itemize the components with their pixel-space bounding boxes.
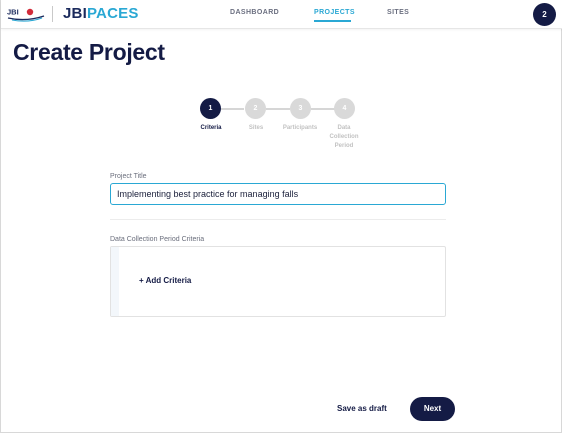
nav-dashboard[interactable]: DASHBOARD	[230, 8, 279, 18]
logo-divider	[52, 6, 53, 22]
jbi-logo-icon[interactable]: JBI	[6, 5, 46, 23]
step-4-circle[interactable]: 4	[334, 98, 355, 119]
criteria-panel-accent	[111, 247, 119, 316]
brand-primary: JBI	[63, 5, 87, 22]
top-nav-bar: JBI JBIPACES DASHBOARD PROJECTS SITES 2	[1, 0, 562, 29]
step-2-circle[interactable]: 2	[245, 98, 266, 119]
app-window: JBI JBIPACES DASHBOARD PROJECTS SITES 2 …	[0, 0, 562, 433]
page-title: Create Project	[13, 39, 165, 65]
project-title-input[interactable]	[110, 183, 446, 205]
step-1-circle[interactable]: 1	[200, 98, 221, 119]
save-as-draft-button[interactable]: Save as draft	[337, 403, 387, 414]
step-3-label: Participants	[282, 125, 318, 131]
project-title-label: Project Title	[110, 173, 147, 180]
progress-stepper: 1 2 3 4 Criteria Sites Participants Data…	[1, 96, 562, 156]
brand-secondary: PACES	[86, 5, 139, 22]
nav-sites[interactable]: SITES	[387, 8, 409, 18]
next-button[interactable]: Next	[410, 397, 455, 421]
criteria-section-label: Data Collection Period Criteria	[110, 236, 205, 243]
user-avatar[interactable]: 2	[533, 3, 556, 26]
jbi-logo-text: JBI	[7, 8, 19, 17]
step-4-label: Data Collection Period	[329, 125, 359, 149]
step-connector	[311, 108, 335, 110]
add-criteria-button[interactable]: + Add Criteria	[139, 276, 191, 286]
brand-name[interactable]: JBIPACES	[63, 5, 139, 23]
nav-active-underline	[314, 20, 351, 22]
nav-projects[interactable]: PROJECTS	[314, 8, 355, 18]
section-divider	[110, 219, 446, 220]
step-connector	[266, 108, 290, 110]
step-connector	[220, 108, 244, 110]
step-3-circle[interactable]: 3	[290, 98, 311, 119]
